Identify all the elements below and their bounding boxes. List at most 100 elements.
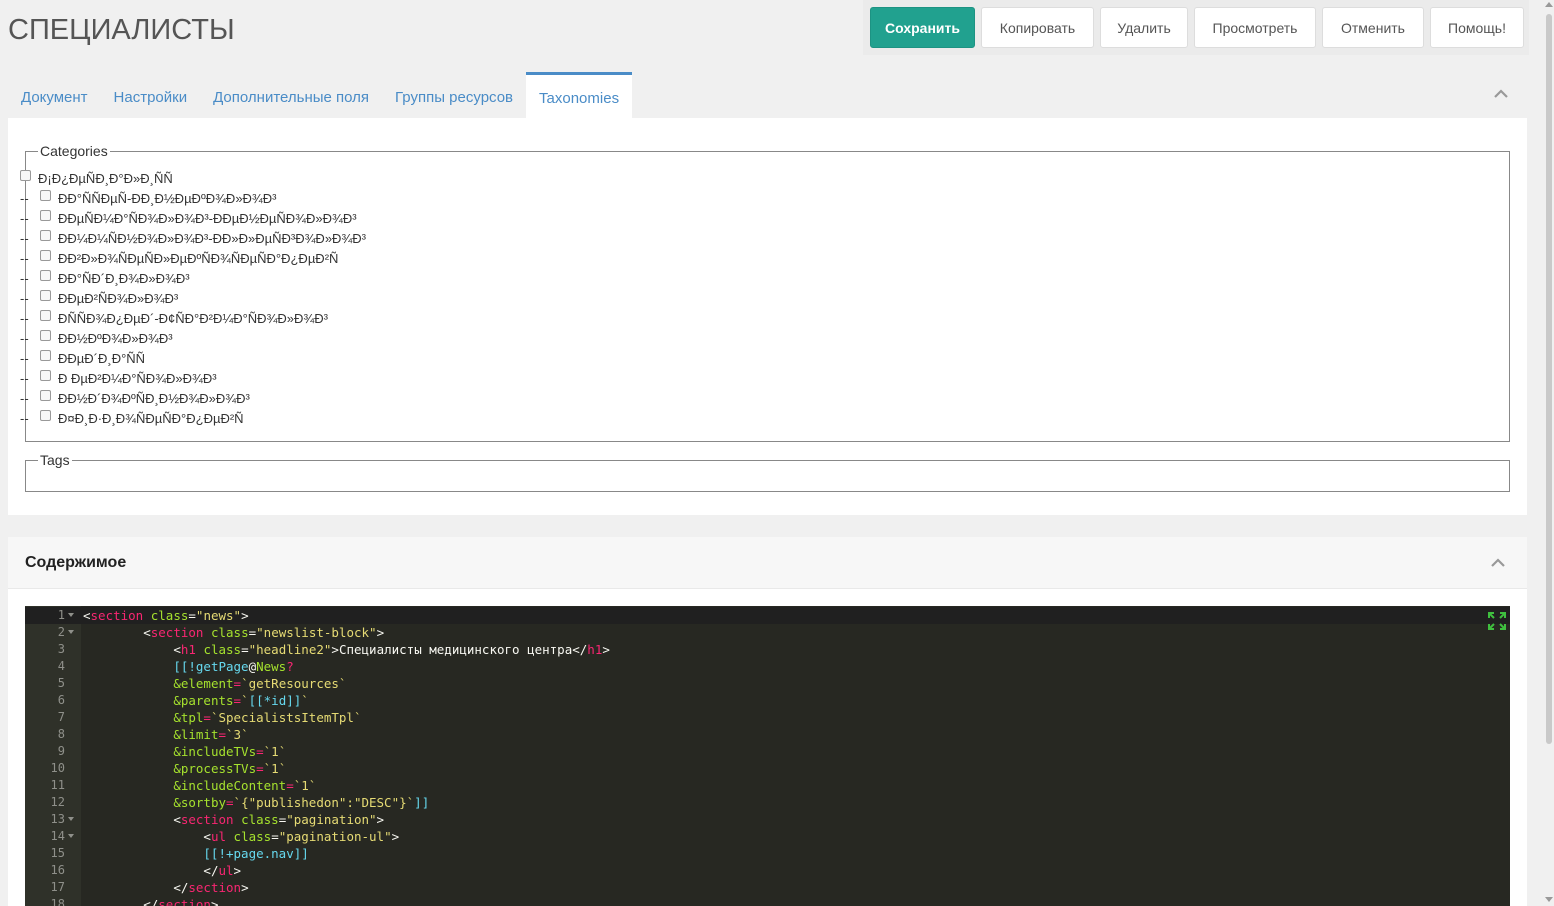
category-checkbox[interactable]: [40, 389, 51, 401]
category-item: -- ÐÐµÑÐ¼Ð°ÑÐ¾Ð»Ð¾Ð³-ÐÐµÐ½ÐµÑÐ¾Ð»Ð¾Ð³: [20, 208, 366, 228]
code-text[interactable]: &parents=`[[*id]]`: [83, 692, 309, 709]
category-indent: --: [20, 250, 29, 266]
delete-button[interactable]: Удалить: [1100, 7, 1188, 48]
help-button[interactable]: Помощь!: [1430, 7, 1524, 48]
code-text[interactable]: &processTVs=`1`: [83, 760, 286, 777]
line-number: 10: [50, 761, 65, 775]
category-checkbox[interactable]: [40, 229, 51, 241]
category-item: -- ÐÐ²Ð»Ð¾ÑÐµÑÐ»ÐµÐºÑÐ¾ÑÐµÑÐ°Ð¿ÐµÐ²Ñ: [20, 248, 366, 268]
save-button[interactable]: Сохранить: [870, 7, 975, 48]
scroll-up-icon[interactable]: [1545, 2, 1553, 7]
tab-settings[interactable]: Настройки: [101, 72, 201, 118]
category-checkbox[interactable]: [40, 369, 51, 381]
code-text[interactable]: &element=`getResources`: [83, 675, 346, 692]
category-indent: --: [20, 190, 29, 206]
line-number: 5: [57, 676, 65, 690]
category-checkbox[interactable]: [40, 309, 51, 321]
category-indent: --: [20, 270, 29, 286]
code-text[interactable]: [[!getPage@News?: [83, 658, 293, 675]
code-text[interactable]: [[!+page.nav]]: [83, 845, 308, 862]
tab-resource-groups[interactable]: Группы ресурсов: [382, 72, 526, 118]
category-label: ÐÐµÐ²ÑÐ¾Ð»Ð¾Ð³: [58, 290, 179, 306]
category-checkbox[interactable]: [40, 409, 51, 421]
code-line: 7 &tpl=`SpecialistsItemTpl`: [25, 709, 1510, 726]
fold-arrow-icon[interactable]: [68, 630, 74, 634]
action-toolbar: Сохранить Копировать Удалить Просмотреть…: [863, 0, 1529, 55]
code-text[interactable]: &limit=`3`: [83, 726, 248, 743]
code-text[interactable]: </section>: [83, 896, 218, 906]
category-indent: --: [20, 410, 29, 426]
code-line: 1 <section class="news">: [25, 607, 1510, 624]
content-panel-header[interactable]: Содержимое: [8, 537, 1527, 589]
category-item: -- ÐÐµÐ´Ð¸Ð°ÑÑ: [20, 348, 366, 368]
code-text[interactable]: &includeTVs=`1`: [83, 743, 286, 760]
cancel-button[interactable]: Отменить: [1322, 7, 1424, 48]
tab-additional-fields[interactable]: Дополнительные поля: [200, 72, 382, 118]
category-checkbox[interactable]: [40, 289, 51, 301]
line-number: 16: [50, 863, 65, 877]
code-text[interactable]: </ul>: [83, 862, 241, 879]
category-item: Ð¡Ð¿ÐµÑÐ¸Ð°Ð»Ð¸ÑÑ: [20, 168, 366, 188]
line-number: 4: [57, 659, 65, 673]
category-item: -- ÐÐ°ÑÑÐµÑ-ÐÐ¸Ð½ÐµÐºÐ¾Ð»Ð¾Ð³: [20, 188, 366, 208]
category-checkbox[interactable]: [40, 249, 51, 261]
category-checkbox[interactable]: [40, 269, 51, 281]
code-text[interactable]: &sortby=`{"publishedon":"DESC"}`]]: [83, 794, 429, 811]
scrollbar-thumb[interactable]: [1546, 14, 1552, 744]
category-checkbox[interactable]: [40, 349, 51, 361]
category-label: ÐÐ½ÐºÐ¾Ð»Ð¾Ð³: [58, 330, 173, 346]
collapse-content-icon[interactable]: [1491, 556, 1505, 570]
category-indent: --: [20, 290, 29, 306]
line-number: 9: [57, 744, 65, 758]
tab-taxonomies[interactable]: Taxonomies: [526, 72, 633, 118]
category-checkbox[interactable]: [20, 169, 31, 181]
code-text[interactable]: <ul class="pagination-ul">: [83, 828, 399, 845]
page-scrollbar[interactable]: [1544, 0, 1554, 906]
category-label: ÐÐµÐ´Ð¸Ð°ÑÑ: [58, 350, 146, 366]
category-label: Ð ÐµÐ²Ð¼Ð°ÑÐ¾Ð»Ð¾Ð³: [58, 370, 217, 386]
line-number: 12: [50, 795, 65, 809]
category-indent: --: [20, 330, 29, 346]
line-number: 17: [50, 880, 65, 894]
copy-button[interactable]: Копировать: [981, 7, 1094, 48]
category-checkbox[interactable]: [40, 189, 51, 201]
code-text[interactable]: &tpl=`SpecialistsItemTpl`: [83, 709, 361, 726]
resource-tabs: Документ Настройки Дополнительные поля Г…: [8, 72, 633, 118]
category-label: ÐÑÑÐ¾Ð¿ÐµÐ´-Ð¢ÑÐ°Ð²Ð¼Ð°ÑÐ¾Ð»Ð¾Ð³: [58, 310, 328, 326]
tags-fieldset: Tags: [25, 452, 1510, 492]
code-line: 14 <ul class="pagination-ul">: [25, 828, 1510, 845]
code-editor[interactable]: 1 <section class="news"> 2 <section class=…: [25, 606, 1510, 906]
code-line: 4 [[!getPage@News?: [25, 658, 1510, 675]
code-text[interactable]: &includeContent=`1`: [83, 777, 316, 794]
code-line: 10 &processTVs=`1`: [25, 760, 1510, 777]
fold-arrow-icon[interactable]: [68, 834, 74, 838]
category-label: ÐÐ°ÑÐ´Ð¸Ð¾Ð»Ð¾Ð³: [58, 270, 190, 286]
fold-arrow-icon[interactable]: [68, 613, 74, 617]
category-checkbox[interactable]: [40, 209, 51, 221]
preview-button[interactable]: Просмотреть: [1194, 7, 1316, 48]
line-number: 14: [50, 829, 65, 843]
line-number: 15: [50, 846, 65, 860]
code-text[interactable]: <h1 class="headline2">Специалисты медици…: [83, 641, 610, 658]
category-item: -- ÐÐµÐ²ÑÐ¾Ð»Ð¾Ð³: [20, 288, 366, 308]
code-line: 3 <h1 class="headline2">Специалисты меди…: [25, 641, 1510, 658]
category-indent: --: [20, 390, 29, 406]
code-text[interactable]: <section class="pagination">: [83, 811, 384, 828]
fullscreen-icon[interactable]: [1488, 612, 1506, 630]
code-line: 5 &element=`getResources`: [25, 675, 1510, 692]
collapse-tabs-icon[interactable]: [1494, 87, 1508, 101]
category-label: Ð¤Ð¸Ð·Ð¸Ð¾ÑÐµÑÐ°Ð¿ÐµÐ²Ñ: [58, 410, 244, 426]
fold-arrow-icon[interactable]: [68, 817, 74, 821]
code-text[interactable]: <section class="newslist-block">: [83, 624, 384, 641]
code-line: 8 &limit=`3`: [25, 726, 1510, 743]
code-text[interactable]: <section class="news">: [83, 607, 249, 624]
category-checkbox[interactable]: [40, 329, 51, 341]
tab-document[interactable]: Документ: [8, 72, 101, 118]
page-title: СПЕЦИАЛИСТЫ: [8, 14, 235, 46]
category-item: -- ÐÐ¼Ð¼ÑÐ½Ð¾Ð»Ð¾Ð³-ÐÐ»Ð»ÐµÑÐ³Ð¾Ð»Ð¾Ð³: [20, 228, 366, 248]
category-item: -- ÐÐ°ÑÐ´Ð¸Ð¾Ð»Ð¾Ð³: [20, 268, 366, 288]
category-item: -- ÐÐ½Ð´Ð¾ÐºÑÐ¸Ð½Ð¾Ð»Ð¾Ð³: [20, 388, 366, 408]
code-line: 6 &parents=`[[*id]]`: [25, 692, 1510, 709]
scroll-down-icon[interactable]: [1545, 897, 1553, 902]
code-text[interactable]: </section>: [83, 879, 248, 896]
